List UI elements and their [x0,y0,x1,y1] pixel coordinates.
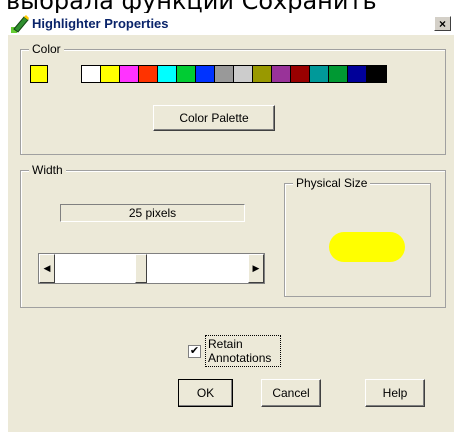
retain-label-line1: Retain [208,337,243,351]
palette-swatch[interactable] [82,66,101,82]
palette-swatch[interactable] [101,66,120,82]
highlighter-pen-icon [11,15,29,33]
physical-size-group: Physical Size [284,176,431,297]
width-slider[interactable]: ◀ ▶ [38,253,265,284]
retain-label-line2: Annotations [208,351,272,365]
retain-annotations-label[interactable]: Retain Annotations [205,335,281,367]
arrow-left-icon: ◀ [43,263,51,273]
dialog-title: Highlighter Properties [32,16,169,31]
palette-swatch[interactable] [272,66,291,82]
slider-thumb[interactable] [134,254,147,283]
retain-annotations-checkbox[interactable]: ✔ [188,345,201,358]
selected-color-swatch[interactable] [30,65,48,83]
background-window-text: выбрала функции Сохранить [0,0,457,13]
slider-right-arrow[interactable]: ▶ [248,254,264,283]
slider-left-arrow[interactable]: ◀ [39,254,55,283]
physical-size-label: Physical Size [293,176,371,190]
width-group-label: Width [29,163,66,177]
highlighter-properties-dialog: Highlighter Properties × Color Color Pal… [8,13,454,432]
palette-swatch[interactable] [177,66,196,82]
highlighter-size-preview [329,232,405,262]
arrow-right-icon: ▶ [252,263,260,273]
title-bar[interactable]: Highlighter Properties × [8,13,454,35]
palette-swatch[interactable] [310,66,329,82]
palette-swatch[interactable] [139,66,158,82]
palette-swatch[interactable] [348,66,367,82]
checkmark-icon: ✔ [189,345,200,357]
color-group-label: Color [29,42,64,56]
palette-swatch[interactable] [367,66,386,82]
palette-swatch[interactable] [158,66,177,82]
background-text: выбрала функции Сохранить [6,0,377,13]
palette-swatch[interactable] [196,66,215,82]
close-button[interactable]: × [434,16,451,31]
palette-swatch[interactable] [120,66,139,82]
palette-swatch[interactable] [329,66,348,82]
cancel-button[interactable]: Cancel [261,379,321,407]
color-palette-button[interactable]: Color Palette [153,105,275,131]
close-icon: × [438,17,446,31]
palette-swatch[interactable] [291,66,310,82]
width-readout: 25 pixels [60,204,245,222]
color-palette-strip [81,65,387,83]
palette-swatch[interactable] [234,66,253,82]
help-button[interactable]: Help [365,379,425,407]
ok-button[interactable]: OK [178,379,233,407]
palette-swatch[interactable] [215,66,234,82]
palette-swatch[interactable] [253,66,272,82]
